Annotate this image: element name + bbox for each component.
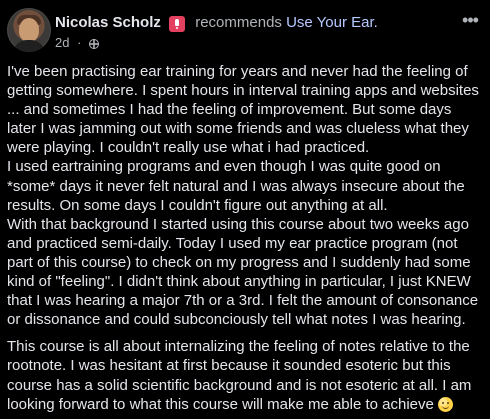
- post-paragraph-text: This course is all about internalizing t…: [7, 338, 472, 413]
- post-body: I've been practising ear training for ye…: [7, 62, 481, 414]
- globe-icon: [89, 39, 100, 49]
- meta-separator: ·: [77, 35, 82, 50]
- avatar-face: [19, 18, 39, 42]
- smile-emoji-icon: [437, 396, 453, 412]
- post-title-line: Nicolas Scholz recommends Use Your Ear.: [55, 14, 378, 32]
- post-paragraph: I used eartraining programs and even tho…: [7, 158, 465, 214]
- avatar[interactable]: [7, 8, 51, 52]
- post-paragraph-last: This course is all about internalizing t…: [7, 337, 481, 413]
- post-header: Nicolas Scholz recommends Use Your Ear. …: [7, 8, 490, 56]
- post-meta: 2d ·: [55, 35, 100, 51]
- recommendation-icon: [169, 16, 186, 32]
- post-card: Nicolas Scholz recommends Use Your Ear. …: [0, 0, 490, 419]
- recommendation-action: recommends: [195, 14, 282, 31]
- avatar-shirt: [13, 40, 45, 52]
- page-link[interactable]: Use Your Ear.: [286, 14, 378, 31]
- author-name[interactable]: Nicolas Scholz: [55, 14, 161, 31]
- post-timestamp[interactable]: 2d: [55, 35, 69, 50]
- more-options-icon[interactable]: •••: [458, 11, 482, 35]
- post-paragraph: I've been practising ear training for ye…: [7, 63, 479, 157]
- post-paragraph: With that background I started using thi…: [7, 215, 479, 329]
